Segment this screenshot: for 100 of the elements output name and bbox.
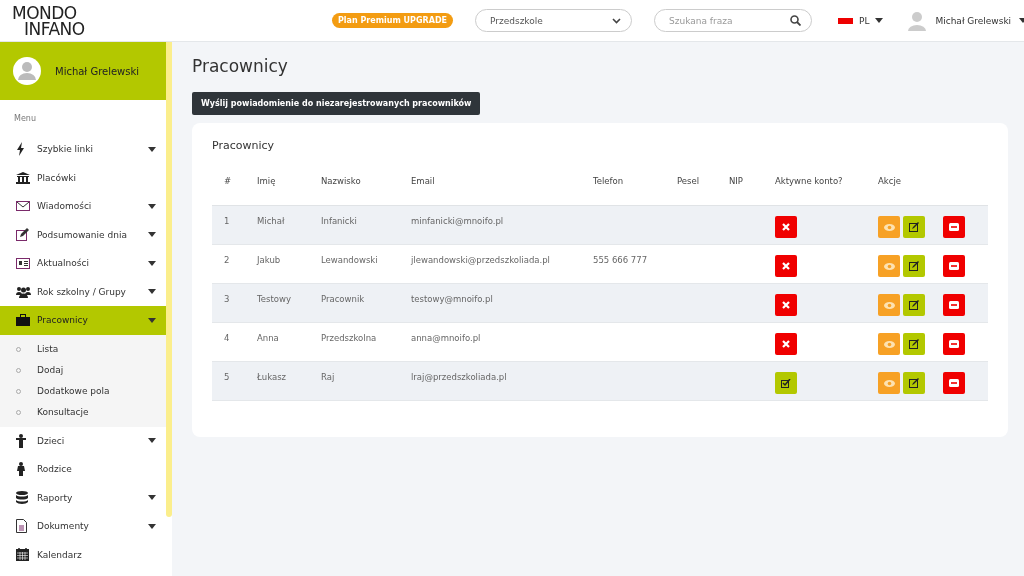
- table-cell: Michał: [257, 216, 285, 226]
- eye-icon: [883, 340, 895, 348]
- table-cell: Raj: [321, 372, 335, 382]
- submenu-item[interactable]: Dodaj: [37, 365, 64, 375]
- sidebar-item[interactable]: Dokumenty: [0, 512, 166, 541]
- table-cell: Testowy: [257, 294, 291, 304]
- table-cell: Lewandowski: [321, 255, 378, 265]
- edit-icon: [909, 261, 919, 271]
- table-cell: minfanicki@mnoifo.pl: [411, 216, 504, 226]
- column-header: Telefon: [593, 176, 625, 186]
- delete-button[interactable]: [943, 372, 965, 394]
- table-cell: Jakub: [257, 255, 281, 265]
- sidebar-item[interactable]: Raporty: [0, 483, 166, 512]
- cross-icon: [782, 340, 790, 348]
- notify-button[interactable]: Wyślij powiadomienie do niezarejestrowanych pracowników: [192, 92, 481, 115]
- sidebar-item[interactable]: Aktualności: [0, 249, 166, 278]
- column-header: Akcje: [878, 176, 902, 186]
- page-title: Pracownicy: [192, 56, 289, 76]
- calendar-icon: [16, 548, 29, 562]
- table-cell: testowy@mnoifo.pl: [411, 294, 493, 304]
- chevron-down-icon: [612, 17, 621, 24]
- lightning-icon: [16, 142, 26, 157]
- search-input[interactable]: Szukana fraza: [669, 15, 769, 26]
- submenu-item[interactable]: Dodatkowe pola: [37, 386, 110, 396]
- logo[interactable]: MONDO INFANO: [12, 4, 332, 37]
- table-cell: 3: [224, 294, 230, 304]
- table-cell: Infanicki: [321, 216, 357, 226]
- sidebar-item[interactable]: Szybkie linki: [0, 135, 166, 164]
- user-avatar-icon: [907, 10, 928, 31]
- delete-button[interactable]: [943, 294, 965, 316]
- sidebar-item[interactable]: Pracownicy: [0, 306, 166, 335]
- cross-icon: [782, 301, 790, 309]
- scrollbar[interactable]: [166, 42, 172, 517]
- delete-button[interactable]: [943, 333, 965, 355]
- edit-button[interactable]: [903, 372, 925, 394]
- newspaper-icon: [16, 257, 30, 269]
- submenu-item[interactable]: Lista: [37, 344, 59, 354]
- menu-label: Menu: [13, 113, 37, 125]
- eye-icon: [883, 223, 895, 231]
- sidebar-item[interactable]: Wiadomości: [0, 192, 166, 221]
- table-cell: 555 666 777: [593, 255, 648, 265]
- eye-icon: [883, 379, 895, 387]
- sidebar-item[interactable]: Podsumowanie dnia: [0, 220, 166, 249]
- table-cell: Przedszkolna: [321, 333, 377, 343]
- search-icon[interactable]: [790, 15, 801, 26]
- sidebar-item[interactable]: Dzieci: [0, 426, 166, 455]
- cross-icon: [782, 223, 790, 231]
- sidebar-item[interactable]: Rok szkolny / Grupy: [0, 277, 166, 306]
- user-menu[interactable]: Michał Grelewski: [935, 15, 1012, 26]
- envelope-icon: [16, 201, 30, 212]
- profile-avatar-icon: [13, 57, 41, 85]
- column-header: #: [224, 176, 233, 186]
- edit-button[interactable]: [903, 333, 925, 355]
- minus-icon: [949, 301, 959, 309]
- database-icon: [16, 491, 28, 505]
- column-header: Aktywne konto?: [775, 176, 844, 186]
- sidebar-item[interactable]: Rodzice: [0, 455, 166, 484]
- edit-icon: [909, 378, 919, 388]
- minus-icon: [949, 340, 959, 348]
- sidebar-item[interactable]: Kalendarz: [0, 540, 166, 569]
- minus-icon: [949, 262, 959, 270]
- column-header: Nazwisko: [321, 176, 362, 186]
- caret-icon: [875, 18, 884, 23]
- eye-icon: [883, 262, 895, 270]
- edit-button[interactable]: [903, 294, 925, 316]
- table-cell: jlewandowski@przedszkoliada.pl: [411, 255, 550, 265]
- minus-icon: [949, 223, 959, 231]
- bank-icon: [16, 171, 30, 184]
- check-icon: [781, 378, 791, 388]
- column-header: Imię: [257, 176, 277, 186]
- flag-icon: [838, 17, 853, 24]
- table-cell: 4: [224, 333, 230, 343]
- card-title: Pracownicy: [212, 139, 276, 152]
- submenu-item[interactable]: Konsultacje: [37, 407, 89, 417]
- sidebar-item[interactable]: Placówki: [0, 163, 166, 192]
- cross-icon: [782, 262, 790, 270]
- edit-icon: [16, 228, 29, 242]
- edit-icon: [909, 339, 919, 349]
- language-selector[interactable]: PL: [859, 15, 870, 26]
- edit-icon: [909, 300, 919, 310]
- table-cell: 5: [224, 372, 230, 382]
- delete-button[interactable]: [943, 216, 965, 238]
- table-cell: lraj@przedszkoliada.pl: [411, 372, 507, 382]
- edit-button[interactable]: [903, 216, 925, 238]
- person-icon: [16, 462, 26, 477]
- table-cell: 2: [224, 255, 230, 265]
- column-header: Email: [411, 176, 436, 186]
- briefcase-icon: [16, 314, 30, 327]
- table-cell: Anna: [257, 333, 279, 343]
- table-cell: Pracownik: [321, 294, 365, 304]
- column-header: Pesel: [677, 176, 701, 186]
- table-cell: Łukasz: [257, 372, 287, 382]
- column-header: NIP: [729, 176, 744, 186]
- delete-button[interactable]: [943, 255, 965, 277]
- edit-icon: [909, 222, 919, 232]
- eye-icon: [883, 301, 895, 309]
- minus-icon: [949, 379, 959, 387]
- child-icon: [16, 433, 26, 448]
- edit-button[interactable]: [903, 255, 925, 277]
- document-icon: [16, 519, 27, 534]
